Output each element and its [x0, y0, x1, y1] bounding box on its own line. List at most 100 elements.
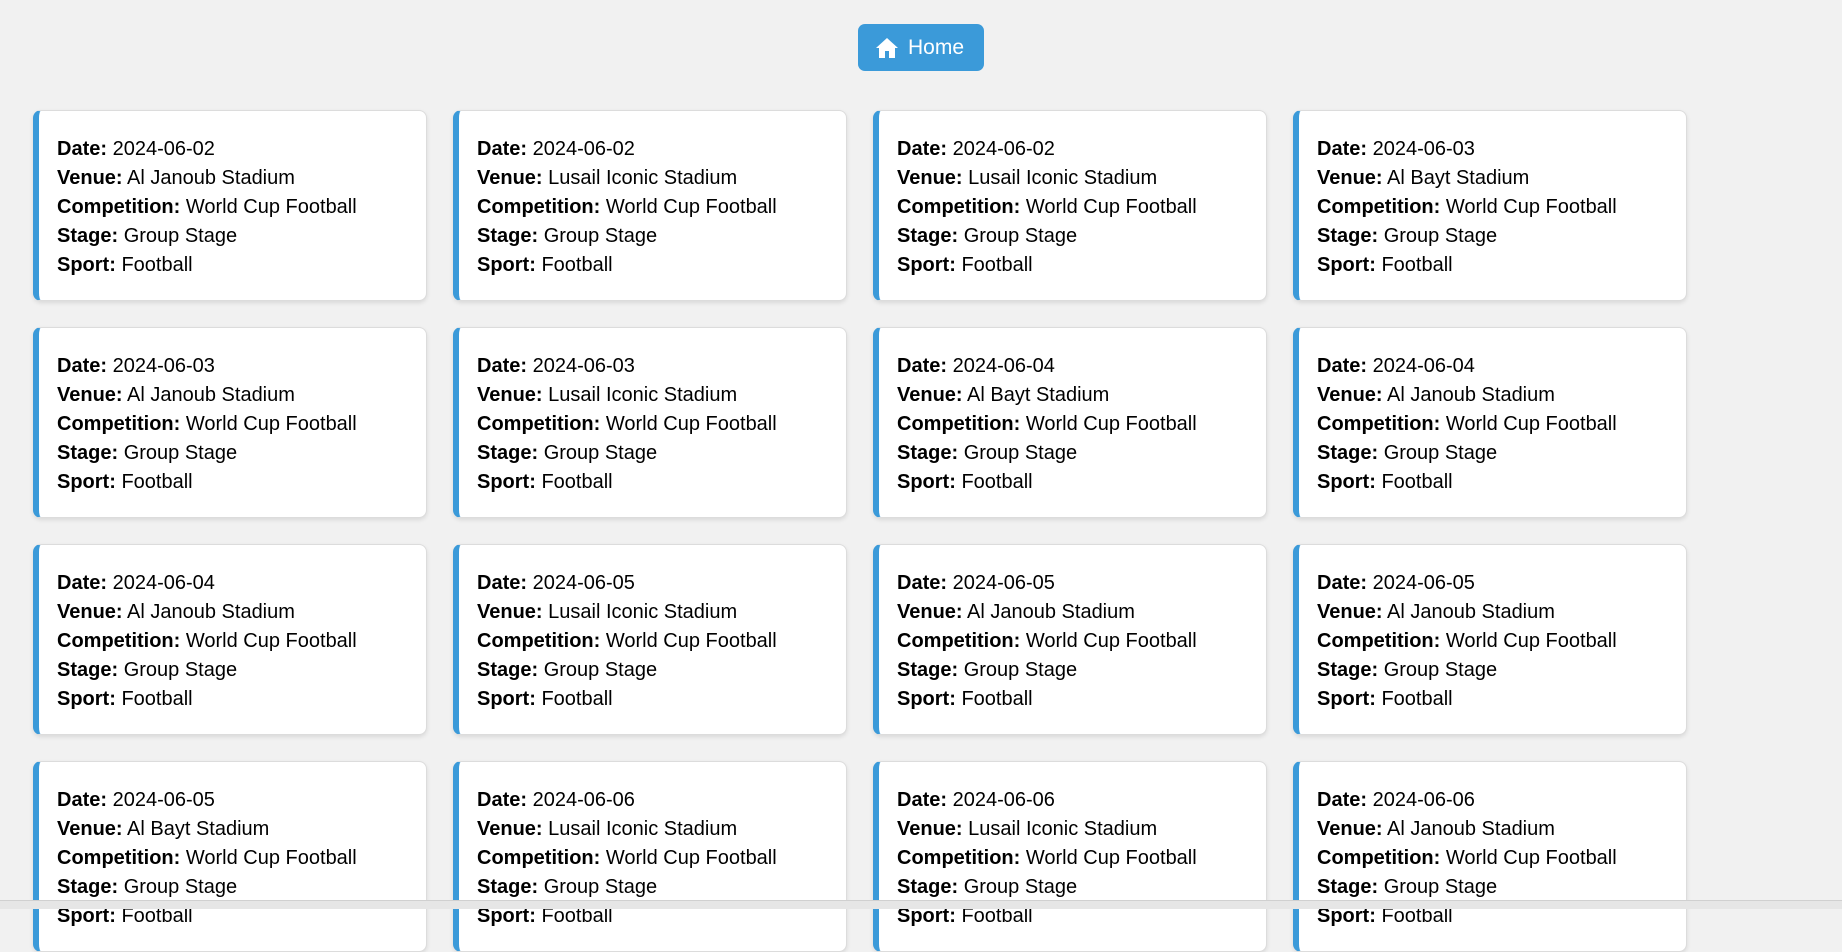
sport-value: Football: [121, 254, 193, 276]
competition-label: Competition:: [477, 847, 601, 869]
venue-label: Venue:: [477, 167, 543, 189]
sport-value: Football: [121, 471, 193, 493]
match-card[interactable]: Date: 2024-06-05 Venue: Lusail Iconic Sta…: [453, 544, 847, 735]
venue-label: Venue:: [477, 818, 543, 840]
date-label: Date:: [477, 355, 528, 377]
home-button-label: Home: [907, 35, 965, 59]
home-button[interactable]: Home: [857, 24, 985, 71]
match-venue-row: Venue: Al Janoub Stadium: [57, 598, 408, 627]
match-date-row: Date: 2024-06-04: [57, 569, 408, 598]
match-sport-row: Sport: Football: [57, 251, 408, 280]
match-card[interactable]: Date: 2024-06-05 Venue: Al Janoub Stadium…: [1293, 544, 1687, 735]
match-competition-row: Competition: World Cup Football: [1317, 193, 1668, 222]
venue-label: Venue:: [1317, 818, 1383, 840]
date-value: 2024-06-03: [1372, 138, 1475, 160]
match-date-row: Date: 2024-06-04: [1317, 352, 1668, 381]
match-card[interactable]: Date: 2024-06-06 Venue: Lusail Iconic Sta…: [873, 761, 1267, 952]
stage-label: Stage:: [897, 659, 959, 681]
stage-label: Stage:: [477, 442, 539, 464]
match-card[interactable]: Date: 2024-06-03 Venue: Lusail Iconic Sta…: [453, 327, 847, 518]
date-value: 2024-06-02: [532, 138, 635, 160]
date-value: 2024-06-06: [532, 789, 635, 811]
match-venue-row: Venue: Al Janoub Stadium: [1317, 598, 1668, 627]
sport-label: Sport:: [897, 471, 956, 493]
sport-value: Football: [1381, 254, 1453, 276]
match-date-row: Date: 2024-06-05: [57, 786, 408, 815]
venue-value: Al Janoub Stadium: [1387, 384, 1555, 406]
sport-value: Football: [961, 254, 1033, 276]
date-label: Date:: [897, 355, 948, 377]
match-card[interactable]: Date: 2024-06-04 Venue: Al Janoub Stadium…: [1293, 327, 1687, 518]
match-date-row: Date: 2024-06-04: [897, 352, 1248, 381]
venue-value: Lusail Iconic Stadium: [548, 818, 738, 840]
venue-value: Al Janoub Stadium: [1387, 601, 1555, 623]
date-value: 2024-06-05: [1372, 572, 1475, 594]
competition-label: Competition:: [57, 413, 181, 435]
competition-value: World Cup Football: [1445, 847, 1617, 869]
match-competition-row: Competition: World Cup Football: [57, 844, 408, 873]
match-card[interactable]: Date: 2024-06-06 Venue: Lusail Iconic Sta…: [453, 761, 847, 952]
sport-label: Sport:: [1317, 254, 1376, 276]
match-venue-row: Venue: Al Bayt Stadium: [1317, 164, 1668, 193]
match-stage-row: Stage: Group Stage: [897, 222, 1248, 251]
match-sport-row: Sport: Football: [897, 685, 1248, 714]
venue-label: Venue:: [57, 818, 123, 840]
stage-value: Group Stage: [963, 442, 1078, 464]
date-value: 2024-06-02: [112, 138, 215, 160]
match-stage-row: Stage: Group Stage: [477, 873, 828, 902]
match-card[interactable]: Date: 2024-06-04 Venue: Al Bayt Stadium Co…: [873, 327, 1267, 518]
match-card[interactable]: Date: 2024-06-02 Venue: Lusail Iconic Sta…: [873, 110, 1267, 301]
competition-label: Competition:: [1317, 630, 1441, 652]
match-venue-row: Venue: Lusail Iconic Stadium: [477, 815, 828, 844]
match-card[interactable]: Date: 2024-06-03 Venue: Al Bayt Stadium Co…: [1293, 110, 1687, 301]
stage-value: Group Stage: [543, 876, 658, 898]
sport-label: Sport:: [477, 254, 536, 276]
match-card[interactable]: Date: 2024-06-03 Venue: Al Janoub Stadium…: [33, 327, 427, 518]
match-venue-row: Venue: Al Janoub Stadium: [897, 598, 1248, 627]
match-card[interactable]: Date: 2024-06-02 Venue: Lusail Iconic Sta…: [453, 110, 847, 301]
stage-label: Stage:: [897, 442, 959, 464]
stage-value: Group Stage: [123, 876, 238, 898]
match-sport-row: Sport: Football: [477, 685, 828, 714]
date-label: Date:: [1317, 138, 1368, 160]
venue-label: Venue:: [1317, 167, 1383, 189]
competition-label: Competition:: [1317, 847, 1441, 869]
match-venue-row: Venue: Lusail Iconic Stadium: [897, 815, 1248, 844]
match-venue-row: Venue: Al Janoub Stadium: [1317, 815, 1668, 844]
venue-label: Venue:: [57, 167, 123, 189]
stage-value: Group Stage: [543, 225, 658, 247]
stage-label: Stage:: [477, 876, 539, 898]
venue-label: Venue:: [897, 601, 963, 623]
date-value: 2024-06-05: [952, 572, 1055, 594]
match-card[interactable]: Date: 2024-06-05 Venue: Al Janoub Stadium…: [873, 544, 1267, 735]
stage-value: Group Stage: [123, 659, 238, 681]
date-label: Date:: [477, 138, 528, 160]
stage-value: Group Stage: [963, 659, 1078, 681]
sport-value: Football: [961, 471, 1033, 493]
venue-value: Al Janoub Stadium: [127, 167, 295, 189]
match-date-row: Date: 2024-06-06: [477, 786, 828, 815]
date-label: Date:: [57, 572, 108, 594]
match-card[interactable]: Date: 2024-06-06 Venue: Al Janoub Stadium…: [1293, 761, 1687, 952]
stage-label: Stage:: [1317, 225, 1379, 247]
match-competition-row: Competition: World Cup Football: [897, 193, 1248, 222]
stage-label: Stage:: [1317, 442, 1379, 464]
date-label: Date:: [1317, 355, 1368, 377]
match-date-row: Date: 2024-06-05: [477, 569, 828, 598]
venue-value: Al Bayt Stadium: [967, 384, 1110, 406]
match-card[interactable]: Date: 2024-06-05 Venue: Al Bayt Stadium Co…: [33, 761, 427, 952]
stage-label: Stage:: [57, 442, 119, 464]
match-date-row: Date: 2024-06-02: [477, 135, 828, 164]
date-value: 2024-06-06: [1372, 789, 1475, 811]
match-card[interactable]: Date: 2024-06-02 Venue: Al Janoub Stadium…: [33, 110, 427, 301]
match-stage-row: Stage: Group Stage: [1317, 656, 1668, 685]
venue-value: Al Bayt Stadium: [1387, 167, 1530, 189]
sport-value: Football: [1381, 688, 1453, 710]
stage-label: Stage:: [897, 876, 959, 898]
match-card[interactable]: Date: 2024-06-04 Venue: Al Janoub Stadium…: [33, 544, 427, 735]
match-sport-row: Sport: Football: [57, 685, 408, 714]
venue-value: Al Janoub Stadium: [127, 384, 295, 406]
match-stage-row: Stage: Group Stage: [897, 656, 1248, 685]
match-stage-row: Stage: Group Stage: [57, 656, 408, 685]
sport-label: Sport:: [477, 688, 536, 710]
